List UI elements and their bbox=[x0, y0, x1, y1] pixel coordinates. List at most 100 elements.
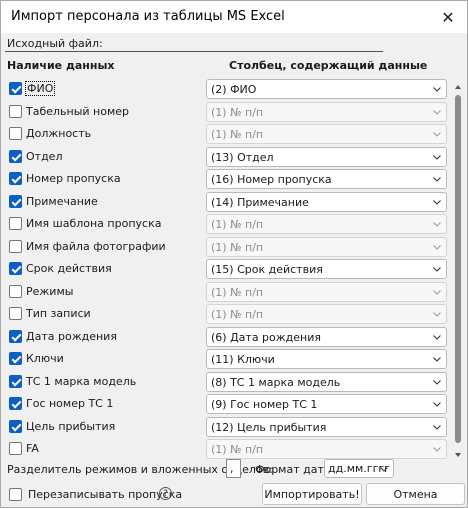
row-label[interactable]: Тип записи bbox=[26, 307, 91, 320]
column-select[interactable]: (16) Номер пропуска bbox=[206, 169, 447, 189]
row-checkbox[interactable] bbox=[9, 172, 22, 185]
row-label[interactable]: Примечание bbox=[26, 195, 98, 208]
chevron-down-icon bbox=[432, 354, 442, 364]
row-checkbox[interactable] bbox=[9, 397, 22, 410]
row-checkbox[interactable] bbox=[9, 104, 22, 118]
row-checkbox[interactable] bbox=[9, 194, 22, 208]
row-checkbox[interactable] bbox=[9, 419, 22, 433]
chevron-down-icon bbox=[432, 309, 442, 319]
row-label[interactable]: FA bbox=[26, 442, 39, 455]
column-select[interactable]: (9) Гос номер ТС 1 bbox=[206, 394, 447, 414]
overwrite-checkbox[interactable] bbox=[9, 488, 22, 501]
import-button[interactable]: Импортировать! bbox=[262, 483, 362, 505]
column-select-value: (11) Ключи bbox=[211, 353, 275, 366]
mapping-row: Имя файла фотографии (1) № п/п bbox=[1, 236, 449, 259]
column-select[interactable]: (1) № п/п bbox=[206, 304, 447, 324]
mapping-row: Режимы (1) № п/п bbox=[1, 281, 449, 304]
chevron-down-icon bbox=[379, 464, 389, 477]
row-checkbox[interactable] bbox=[9, 352, 22, 365]
column-select[interactable]: (1) № п/п bbox=[206, 236, 447, 257]
cancel-button[interactable]: Отмена bbox=[366, 483, 465, 505]
column-select[interactable]: (1) № п/п bbox=[206, 124, 447, 144]
row-checkbox[interactable] bbox=[9, 262, 22, 275]
row-checkbox[interactable] bbox=[9, 374, 22, 388]
chevron-down-icon bbox=[432, 242, 442, 252]
date-format-select[interactable]: дд.мм.гггг bbox=[324, 459, 394, 478]
close-button[interactable]: ✕ bbox=[437, 6, 459, 28]
mapping-row: Цель прибытия (12) Цель прибытия bbox=[1, 416, 449, 439]
column-select-value: (1) № п/п bbox=[211, 443, 264, 456]
chevron-down-icon bbox=[432, 174, 442, 184]
row-checkbox[interactable] bbox=[9, 442, 22, 455]
row-checkbox[interactable] bbox=[9, 217, 22, 230]
chevron-down-icon bbox=[432, 107, 442, 117]
mapping-row: Ключи (11) Ключи bbox=[1, 349, 449, 371]
column-select[interactable]: (2) ФИО bbox=[206, 79, 447, 99]
mapping-row: Тип записи (1) № п/п bbox=[1, 304, 449, 326]
separator-input[interactable]: , bbox=[226, 459, 241, 478]
chevron-down-icon bbox=[432, 264, 442, 274]
chevron-down-icon bbox=[432, 197, 442, 207]
row-label[interactable]: Цель прибытия bbox=[26, 420, 115, 433]
row-checkbox[interactable] bbox=[9, 239, 22, 253]
column-select-value: (13) Отдел bbox=[211, 150, 274, 164]
source-file-field[interactable] bbox=[5, 51, 383, 52]
row-checkbox[interactable] bbox=[9, 329, 22, 343]
column-select[interactable]: (1) № п/п bbox=[206, 281, 447, 302]
scroll-thumb[interactable] bbox=[455, 95, 461, 443]
column-select-value: (2) ФИО bbox=[211, 83, 257, 96]
row-checkbox[interactable] bbox=[9, 127, 22, 140]
chevron-down-icon bbox=[432, 287, 442, 297]
column-select[interactable]: (14) Примечание bbox=[206, 191, 447, 212]
column-select[interactable]: (11) Ключи bbox=[206, 349, 447, 369]
row-label[interactable]: Срок действия bbox=[26, 262, 112, 275]
chevron-down-icon bbox=[432, 377, 442, 387]
chevron-down-icon bbox=[432, 129, 442, 139]
column-select[interactable]: (12) Цель прибытия bbox=[206, 416, 447, 437]
row-checkbox[interactable] bbox=[9, 149, 22, 163]
row-label[interactable]: Отдел bbox=[26, 150, 62, 163]
column-select[interactable]: (1) № п/п bbox=[206, 439, 447, 459]
chevron-down-icon bbox=[432, 219, 442, 229]
row-label[interactable]: ФИО bbox=[25, 81, 56, 96]
row-label[interactable]: Дата рождения bbox=[26, 330, 117, 343]
mapping-row: ФИО (2) ФИО bbox=[1, 79, 449, 101]
row-label[interactable]: Ключи bbox=[26, 352, 64, 365]
column-select[interactable]: (15) Срок действия bbox=[206, 259, 447, 279]
row-checkbox[interactable] bbox=[9, 82, 22, 95]
column-select-value: (9) Гос номер ТС 1 bbox=[211, 398, 318, 411]
column-select[interactable]: (1) № п/п bbox=[206, 214, 447, 234]
row-label[interactable]: Номер пропуска bbox=[26, 172, 121, 185]
mapping-row: Номер пропуска (16) Номер пропуска bbox=[1, 169, 449, 191]
row-label[interactable]: Должность bbox=[26, 127, 91, 140]
row-label[interactable]: ТС 1 марка модель bbox=[26, 375, 136, 388]
row-label[interactable]: Гос номер ТС 1 bbox=[26, 397, 113, 410]
column-select[interactable]: (6) Дата рождения bbox=[206, 326, 447, 347]
column-select[interactable]: (1) № п/п bbox=[206, 101, 447, 122]
help-icon[interactable]: ? bbox=[159, 487, 172, 500]
column-header: Столбец, содержащий данные bbox=[229, 59, 428, 72]
row-label[interactable]: Имя шаблона пропуска bbox=[26, 217, 161, 230]
row-checkbox[interactable] bbox=[9, 307, 22, 320]
vertical-scrollbar[interactable] bbox=[452, 79, 464, 457]
row-label[interactable]: Режимы bbox=[26, 285, 73, 298]
column-select-value: (6) Дата рождения bbox=[211, 330, 322, 344]
column-select[interactable]: (13) Отдел bbox=[206, 146, 447, 167]
column-select-value: (1) № п/п bbox=[211, 128, 264, 141]
mapping-row: Дата рождения (6) Дата рождения bbox=[1, 326, 449, 349]
mapping-row: Должность (1) № п/п bbox=[1, 124, 449, 146]
column-select-value: (1) № п/п bbox=[211, 308, 264, 321]
chevron-down-icon bbox=[432, 444, 442, 454]
column-select-value: (1) № п/п bbox=[211, 240, 264, 254]
scroll-up-icon[interactable] bbox=[454, 81, 462, 89]
row-label[interactable]: Табельный номер bbox=[26, 105, 129, 118]
column-select[interactable]: (8) ТС 1 марка модель bbox=[206, 371, 447, 392]
chevron-down-icon bbox=[432, 422, 442, 432]
row-label[interactable]: Имя файла фотографии bbox=[26, 240, 166, 253]
scroll-down-icon[interactable] bbox=[454, 449, 462, 457]
mapping-row: Табельный номер (1) № п/п bbox=[1, 101, 449, 124]
row-checkbox[interactable] bbox=[9, 284, 22, 298]
column-select-value: (12) Цель прибытия bbox=[211, 420, 327, 434]
mapping-row: Примечание (14) Примечание bbox=[1, 191, 449, 214]
column-select-value: (1) № п/п bbox=[211, 285, 264, 299]
